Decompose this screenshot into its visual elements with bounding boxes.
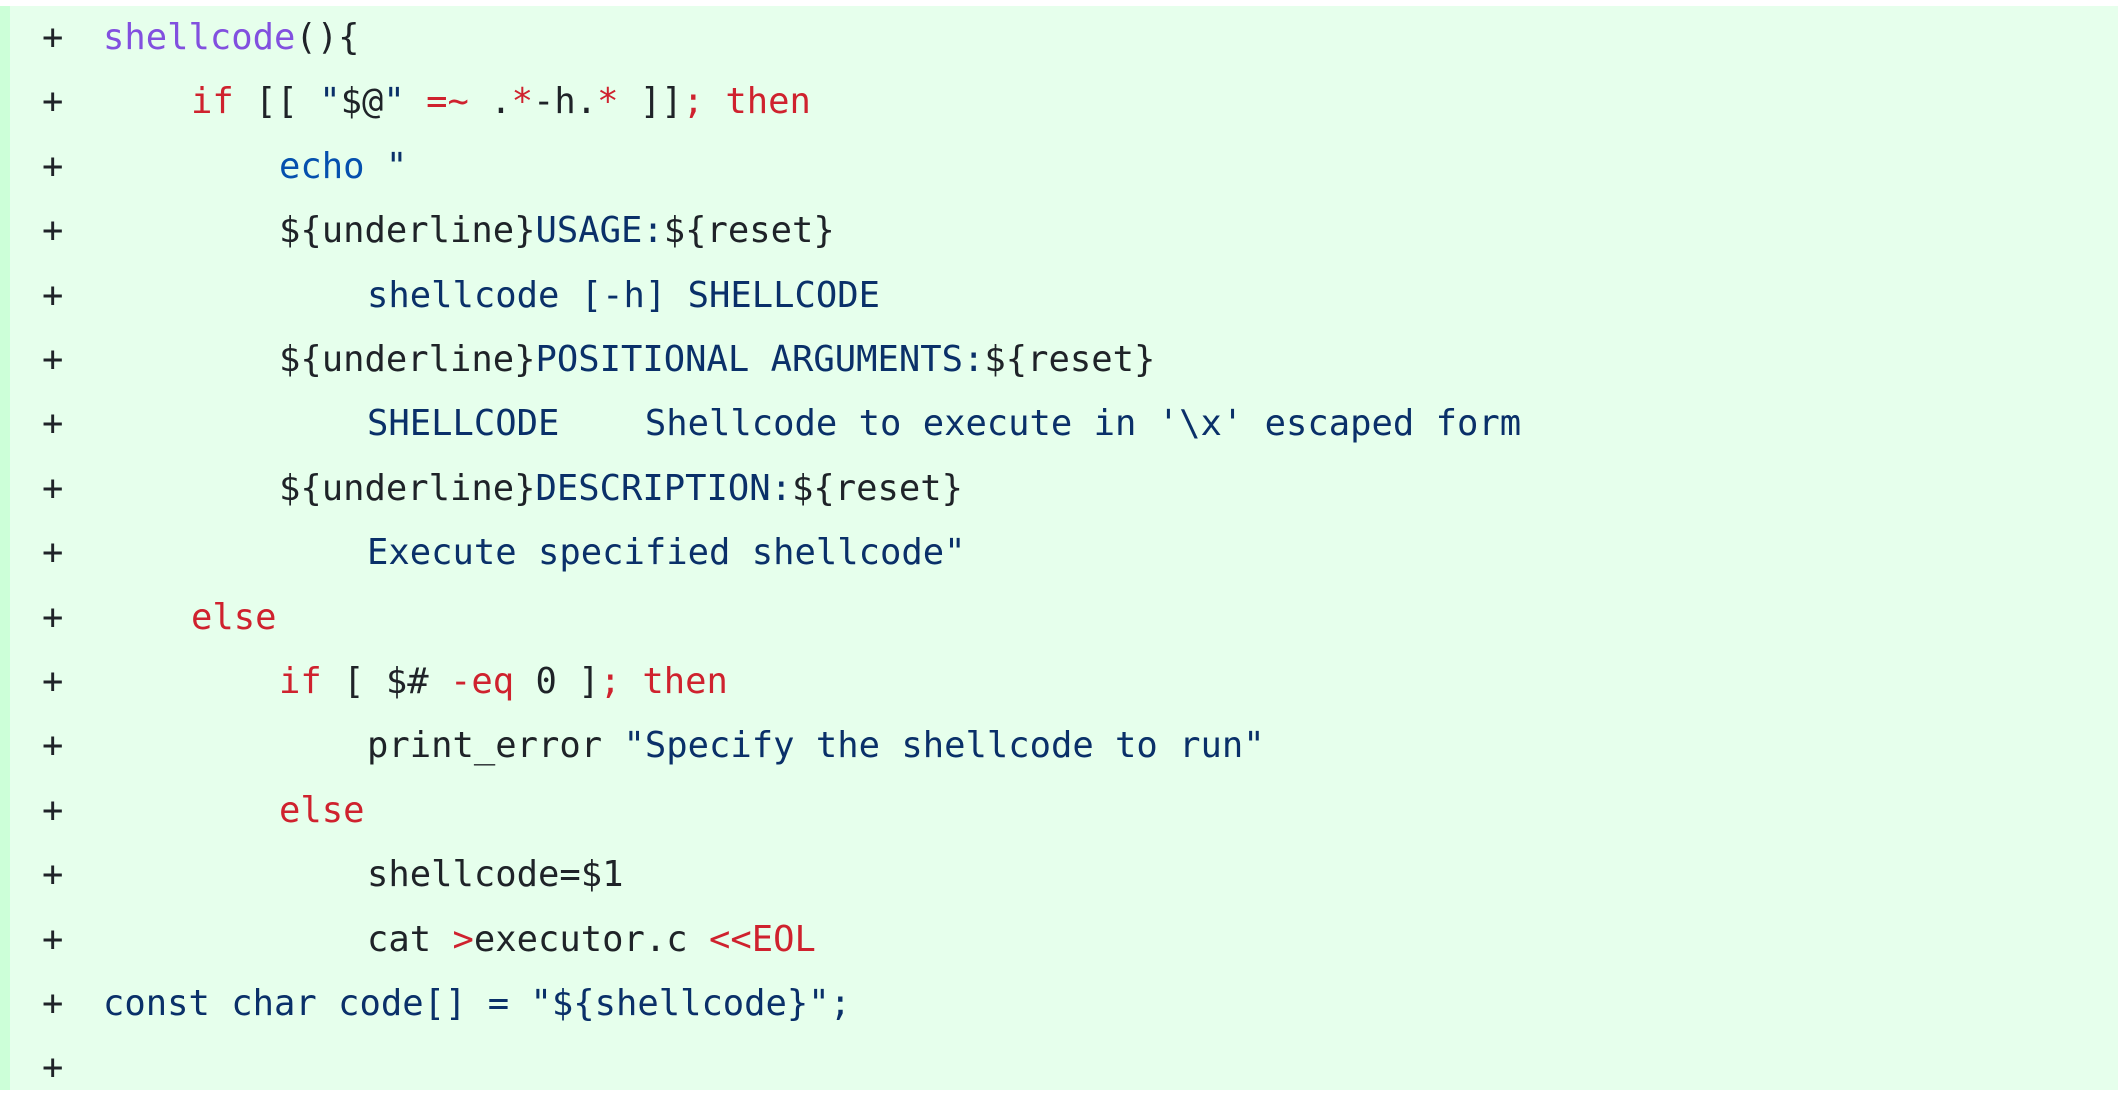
- code-token: const char code[] = "${shellcode}";: [103, 983, 852, 1024]
- code-token: <<EOL: [708, 918, 816, 960]
- code-token: POSITIONAL ARGUMENTS:: [535, 339, 985, 380]
- code-token: "Specify the shellcode to run": [623, 725, 1265, 767]
- diff-added-marker: +: [42, 467, 64, 509]
- code-token: ${underline}: [279, 339, 536, 380]
- code-token: then: [725, 81, 811, 123]
- code-text: ${underline}POSITIONAL ARGUMENTS:${reset…: [279, 328, 1155, 392]
- code-text: echo ": [279, 135, 407, 199]
- code-token: cat: [367, 918, 453, 960]
- code-text: else: [191, 586, 277, 650]
- diff-added-block: + shellcode(){+ if [[ "$@" =~ .*-h.* ]]; t…: [0, 6, 2118, 1090]
- code-token: DESCRIPTION:: [535, 467, 792, 509]
- code-text: if [[ "$@" =~ .*-h.* ]]; then: [191, 70, 811, 134]
- diff-line: + Execute specified shellcode": [0, 521, 2118, 585]
- diff-added-marker: +: [42, 918, 64, 960]
- code-token: [[: [233, 81, 320, 123]
- diff-line: + SHELLCODE Shellcode to execute in '\x' …: [0, 392, 2118, 456]
- diff-line: + ${underline}USAGE:${reset}: [0, 199, 2118, 263]
- code-token: ]]: [618, 81, 683, 123]
- code-token: >: [452, 918, 474, 960]
- code-token: [ $#: [321, 661, 450, 702]
- diff-line: + shellcode=$1: [0, 843, 2118, 907]
- code-token: .: [468, 81, 512, 123]
- code-token: SHELLCODE Shellcode to execute in '\x' e…: [367, 403, 1522, 445]
- code-token: ": [319, 81, 341, 123]
- code-text: SHELLCODE Shellcode to execute in '\x' e…: [367, 392, 1521, 456]
- code-token: Execute specified shellcode": [367, 532, 966, 574]
- diff-added-marker: +: [42, 81, 64, 123]
- diff-line: + print_error "Specify the shellcode to r…: [0, 714, 2118, 778]
- diff-line: + ${underline}POSITIONAL ARGUMENTS:${rese…: [0, 328, 2118, 392]
- code-token: ;: [599, 661, 621, 702]
- diff-line: + else: [0, 586, 2118, 650]
- diff-added-marker: +: [42, 339, 64, 380]
- code-token: if: [191, 81, 234, 123]
- diff-line: + shellcode [-h] SHELLCODE: [0, 264, 2118, 328]
- code-token: ": [364, 145, 408, 187]
- diff-added-marker: +: [42, 983, 64, 1024]
- code-text: ${underline}USAGE:${reset}: [279, 199, 835, 263]
- diff-added-marker: +: [42, 1047, 64, 1089]
- code-text: const char code[] = "${shellcode}";: [103, 972, 851, 1036]
- diff-added-marker: +: [42, 596, 64, 638]
- diff-added-marker: +: [42, 661, 64, 702]
- code-text: else: [279, 779, 365, 843]
- diff-line: + else: [0, 779, 2118, 843]
- code-text: if [ $# -eq 0 ]; then: [279, 650, 728, 714]
- diff-line: + const char code[] = "${shellcode}";: [0, 972, 2118, 1036]
- code-text: cat >executor.c <<EOL: [367, 908, 816, 972]
- diff-line: +: [0, 1036, 2118, 1100]
- diff-line: + if [[ "$@" =~ .*-h.* ]]; then: [0, 70, 2118, 134]
- code-token: else: [191, 596, 277, 638]
- code-text: shellcode=$1: [367, 843, 623, 907]
- code-token: ;: [682, 81, 704, 123]
- code-token: else: [279, 789, 365, 831]
- code-token: $@: [340, 81, 384, 123]
- code-text: Execute specified shellcode": [367, 521, 965, 585]
- code-token: then: [642, 661, 728, 702]
- diff-added-marker: +: [42, 725, 64, 767]
- diff-added-marker: +: [42, 210, 64, 252]
- code-token: -eq: [450, 661, 515, 702]
- code-token: =~: [426, 81, 469, 123]
- code-token: ${underline}: [279, 467, 536, 509]
- diff-added-marker: +: [42, 532, 64, 574]
- code-token: -h.: [533, 81, 598, 123]
- code-token: shellcode: [103, 17, 296, 58]
- diff-line: + if [ $# -eq 0 ]; then: [0, 650, 2118, 714]
- code-token: shellcode [-h] SHELLCODE: [367, 274, 880, 316]
- diff-line: + ${underline}DESCRIPTION:${reset}: [0, 457, 2118, 521]
- diff-line: + shellcode(){: [0, 6, 2118, 70]
- diff-added-marker: +: [42, 403, 64, 445]
- code-token: ${reset}: [791, 467, 963, 509]
- code-text: print_error "Specify the shellcode to ru…: [367, 714, 1265, 778]
- code-token: ${underline}: [279, 210, 536, 252]
- code-token: echo: [279, 145, 365, 187]
- code-text: shellcode(){: [103, 6, 359, 70]
- code-token: ": [383, 81, 405, 123]
- diff-line: + cat >executor.c <<EOL: [0, 908, 2118, 972]
- diff-line: + echo ": [0, 135, 2118, 199]
- code-token: ${reset}: [984, 339, 1156, 380]
- code-token: *: [597, 81, 619, 123]
- code-token: *: [511, 81, 533, 123]
- diff-added-marker: +: [42, 145, 64, 187]
- code-token: (){: [295, 17, 360, 58]
- code-token: shellcode=$1: [367, 854, 624, 896]
- diff-added-marker: +: [42, 274, 64, 316]
- code-token: print_error: [367, 725, 624, 767]
- diff-added-marker: +: [42, 789, 64, 831]
- code-token: ${reset}: [663, 210, 835, 252]
- code-token: USAGE:: [535, 210, 664, 252]
- diff-added-marker: +: [42, 17, 64, 58]
- diff-added-marker: +: [42, 854, 64, 896]
- code-token: 0 ]: [514, 661, 600, 702]
- code-text: ${underline}DESCRIPTION:${reset}: [279, 457, 963, 521]
- code-text: shellcode [-h] SHELLCODE: [367, 264, 880, 328]
- code-token: if: [279, 661, 322, 702]
- code-token: executor.c: [473, 918, 709, 960]
